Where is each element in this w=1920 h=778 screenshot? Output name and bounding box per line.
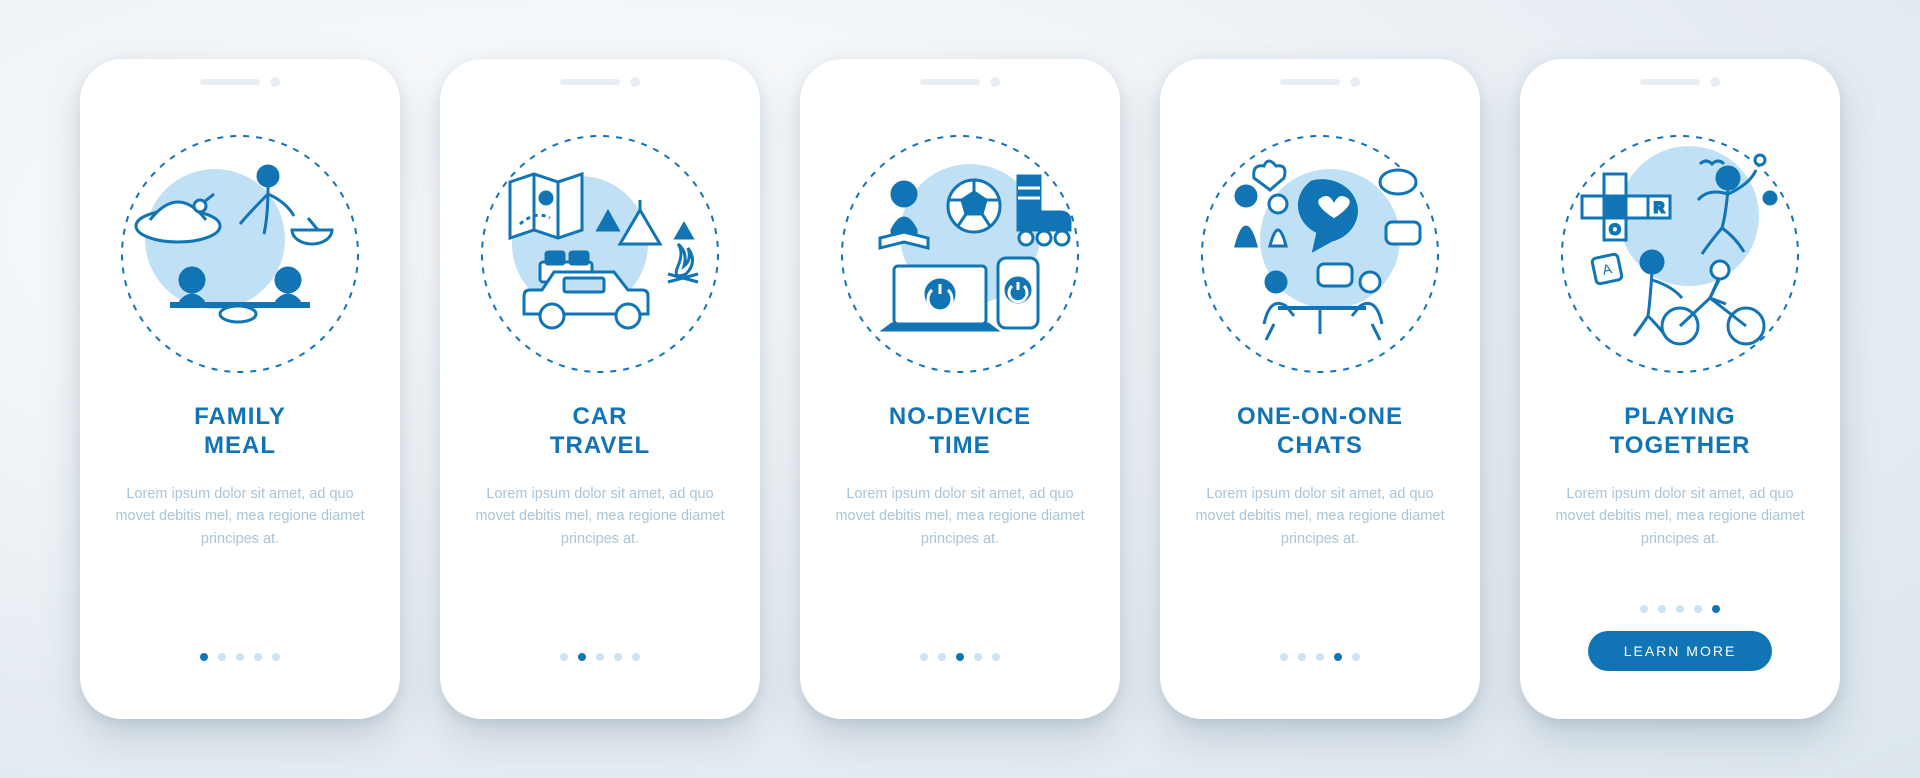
playing-together-icon: O R A bbox=[1555, 129, 1805, 379]
phone-notch bbox=[920, 77, 1000, 87]
screen-title: FAMILY MEAL bbox=[194, 403, 286, 461]
speaker-slot bbox=[200, 79, 260, 85]
phone-frame-1: FAMILY MEAL Lorem ipsum dolor sit amet, … bbox=[80, 59, 400, 719]
screen-title: CAR TRAVEL bbox=[550, 403, 650, 461]
screen-description: Lorem ipsum dolor sit amet, ad quo movet… bbox=[115, 483, 365, 550]
phone-notch bbox=[200, 77, 280, 87]
pagination-dot[interactable] bbox=[596, 653, 604, 661]
screen-title: PLAYING TOGETHER bbox=[1610, 403, 1751, 461]
pagination-dot[interactable] bbox=[254, 653, 262, 661]
front-camera bbox=[990, 77, 1000, 87]
pagination-dot[interactable] bbox=[614, 653, 622, 661]
pagination-dot[interactable] bbox=[200, 653, 208, 661]
pagination-dot[interactable] bbox=[1712, 605, 1720, 613]
phone-notch bbox=[560, 77, 640, 87]
pagination-dots[interactable] bbox=[1280, 653, 1360, 661]
screen-title: ONE-ON-ONE CHATS bbox=[1237, 403, 1403, 461]
pagination-dot[interactable] bbox=[1298, 653, 1306, 661]
screen-description: Lorem ipsum dolor sit amet, ad quo movet… bbox=[835, 483, 1085, 550]
pagination-dot[interactable] bbox=[1316, 653, 1324, 661]
phone-frame-2: CAR TRAVEL Lorem ipsum dolor sit amet, a… bbox=[440, 59, 760, 719]
pagination-dot[interactable] bbox=[1640, 605, 1648, 613]
pagination-dot[interactable] bbox=[218, 653, 226, 661]
one-on-one-chats-icon bbox=[1195, 129, 1445, 379]
phone-frame-3: NO-DEVICE TIME Lorem ipsum dolor sit ame… bbox=[800, 59, 1120, 719]
family-meal-icon bbox=[115, 129, 365, 379]
front-camera bbox=[630, 77, 640, 87]
screen-title: NO-DEVICE TIME bbox=[889, 403, 1031, 461]
pagination-dot[interactable] bbox=[1676, 605, 1684, 613]
pagination-dot[interactable] bbox=[236, 653, 244, 661]
screen-description: Lorem ipsum dolor sit amet, ad quo movet… bbox=[1555, 483, 1805, 550]
pagination-dot[interactable] bbox=[560, 653, 568, 661]
speaker-slot bbox=[920, 79, 980, 85]
pagination-dot[interactable] bbox=[956, 653, 964, 661]
speaker-slot bbox=[560, 79, 620, 85]
no-device-time-icon bbox=[835, 129, 1085, 379]
pagination-dots[interactable] bbox=[920, 653, 1000, 661]
pagination-dot[interactable] bbox=[1658, 605, 1666, 613]
pagination-dot[interactable] bbox=[1280, 653, 1288, 661]
pagination-dot[interactable] bbox=[1694, 605, 1702, 613]
phone-notch bbox=[1280, 77, 1360, 87]
speaker-slot bbox=[1640, 79, 1700, 85]
pagination-dot[interactable] bbox=[632, 653, 640, 661]
screen-description: Lorem ipsum dolor sit amet, ad quo movet… bbox=[475, 483, 725, 550]
pagination-dots[interactable] bbox=[200, 653, 280, 661]
learn-more-button[interactable]: LEARN MORE bbox=[1588, 631, 1773, 671]
front-camera bbox=[1710, 77, 1720, 87]
pagination-dot[interactable] bbox=[992, 653, 1000, 661]
pagination-dot[interactable] bbox=[920, 653, 928, 661]
speaker-slot bbox=[1280, 79, 1340, 85]
car-travel-icon bbox=[475, 129, 725, 379]
front-camera bbox=[270, 77, 280, 87]
screen-description: Lorem ipsum dolor sit amet, ad quo movet… bbox=[1195, 483, 1445, 550]
pagination-dot[interactable] bbox=[272, 653, 280, 661]
svg-text:O: O bbox=[1610, 221, 1621, 237]
phone-frame-4: ONE-ON-ONE CHATS Lorem ipsum dolor sit a… bbox=[1160, 59, 1480, 719]
pagination-dot[interactable] bbox=[974, 653, 982, 661]
pagination-dots[interactable] bbox=[560, 653, 640, 661]
pagination-dots[interactable] bbox=[1640, 605, 1720, 613]
phone-frame-5: O R A bbox=[1520, 59, 1840, 719]
front-camera bbox=[1350, 77, 1360, 87]
pagination-dot[interactable] bbox=[1334, 653, 1342, 661]
svg-text:R: R bbox=[1654, 199, 1664, 215]
pagination-dot[interactable] bbox=[578, 653, 586, 661]
pagination-dot[interactable] bbox=[1352, 653, 1360, 661]
pagination-dot[interactable] bbox=[938, 653, 946, 661]
onboarding-row: FAMILY MEAL Lorem ipsum dolor sit amet, … bbox=[80, 59, 1840, 719]
phone-notch bbox=[1640, 77, 1720, 87]
